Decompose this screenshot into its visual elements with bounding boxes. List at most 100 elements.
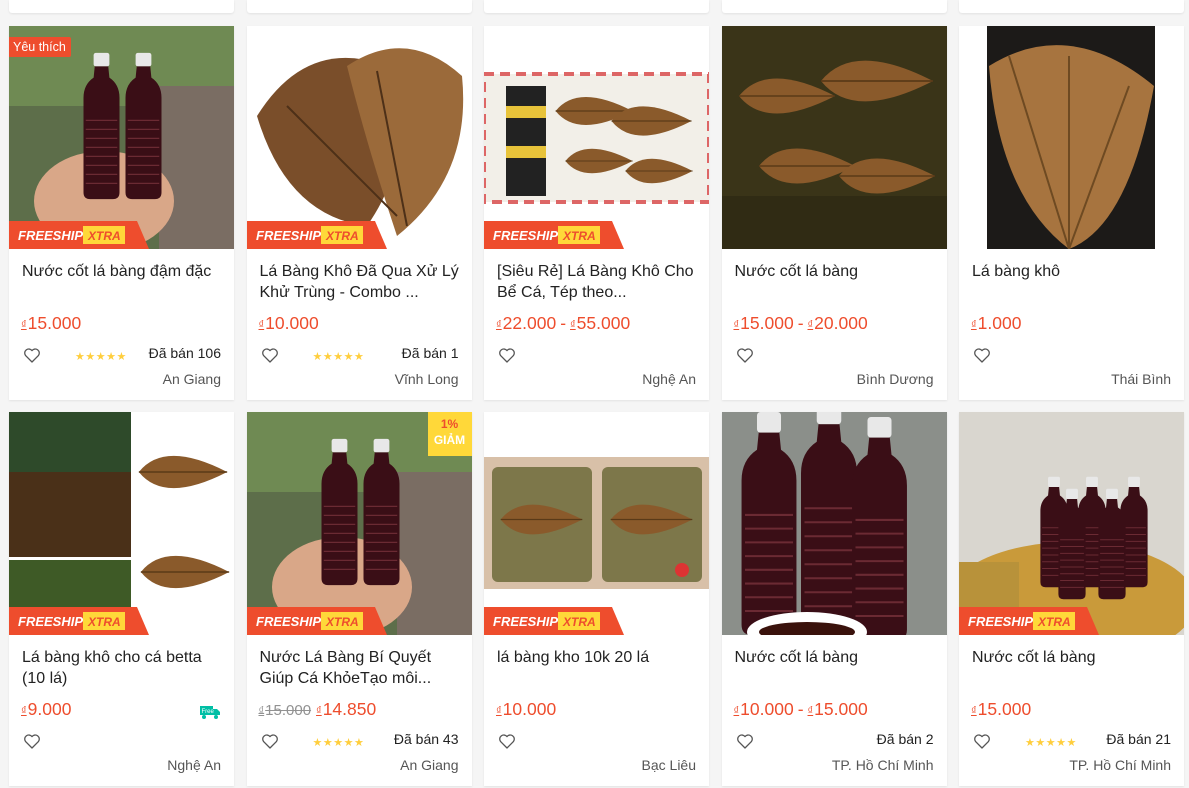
product-name[interactable]: Nước cốt lá bàng đậm đặc xyxy=(22,261,222,303)
product-price: ₫9.000 xyxy=(21,699,72,719)
product-card[interactable]: FREESHIP XTRA Nước cốt lá bàng ₫15.000 ★★… xyxy=(959,412,1184,786)
product-card[interactable]: Lá bàng khô ₫1.000 Thái Bình xyxy=(959,26,1184,400)
product-price: ₫15.000 xyxy=(971,699,1032,719)
product-name[interactable]: Nước cốt lá bàng xyxy=(972,647,1172,689)
favorite-badge: Yêu thích xyxy=(9,37,71,57)
rating-stars: ★★★★★ xyxy=(312,737,365,749)
svg-text:FREESHIP: FREESHIP xyxy=(493,228,558,243)
svg-text:Free: Free xyxy=(202,709,215,715)
svg-text:FREESHIP: FREESHIP xyxy=(256,614,321,629)
heart-icon[interactable] xyxy=(974,348,990,363)
heart-icon[interactable] xyxy=(737,734,753,749)
product-price: ₫10.000 xyxy=(496,699,557,719)
sold-count: Đã bán 43 xyxy=(393,731,459,747)
heart-icon[interactable] xyxy=(499,348,515,363)
product-price: ₫22.000- ₫55.000 xyxy=(496,313,631,333)
shop-location: An Giang xyxy=(400,757,459,773)
product-card[interactable]: FREESHIP XTRA lá bàng kho 10k 20 lá ₫10.0… xyxy=(484,412,709,786)
shop-location: Nghệ An xyxy=(642,371,696,387)
svg-text:XTRA: XTRA xyxy=(325,615,359,629)
product-name[interactable]: Lá bàng khô cho cá betta (10 lá) xyxy=(22,647,222,689)
rating-stars: ★★★★★ xyxy=(75,351,127,363)
heart-icon[interactable] xyxy=(262,734,278,749)
svg-text:FREESHIP: FREESHIP xyxy=(256,228,321,243)
product-card-partial[interactable] xyxy=(959,0,1184,13)
heart-icon[interactable] xyxy=(974,734,990,749)
svg-text:FREESHIP: FREESHIP xyxy=(968,614,1033,629)
heart-icon[interactable] xyxy=(737,348,753,363)
product-image xyxy=(9,26,234,249)
product-card[interactable]: Nước cốt lá bàng ₫10.000- ₫15.000 Đã bán … xyxy=(721,412,947,786)
product-image xyxy=(721,412,947,635)
original-price: ₫15.000 xyxy=(258,702,312,719)
heart-icon[interactable] xyxy=(24,348,40,363)
shop-location: Bình Dương xyxy=(856,371,934,387)
product-card-partial[interactable] xyxy=(484,0,709,13)
product-card[interactable]: FREESHIP XTRA Lá Bàng Khô Đã Qua Xử Lý Kh… xyxy=(246,26,472,400)
product-name[interactable]: [Siêu Rẻ] Lá Bàng Khô Cho Bể Cá, Tép the… xyxy=(497,261,697,303)
product-price: ₫15.000- ₫20.000 xyxy=(733,313,868,333)
sold-count: Đã bán 2 xyxy=(876,731,934,747)
heart-icon[interactable] xyxy=(499,734,515,749)
product-image xyxy=(959,26,1184,249)
shop-location: Thái Bình xyxy=(1111,371,1171,387)
product-image xyxy=(246,26,472,249)
rating-stars: ★★★★★ xyxy=(312,351,365,363)
svg-text:FREESHIP: FREESHIP xyxy=(493,614,558,629)
product-card-partial[interactable] xyxy=(721,0,947,13)
sold-count: Đã bán 21 xyxy=(1106,731,1171,747)
product-price: ₫10.000 xyxy=(258,313,319,333)
shop-location: Nghệ An xyxy=(167,757,221,773)
product-grid: Yêu thích FREESHIP XTRA Nước cốt lá bàng … xyxy=(9,26,1184,786)
product-image xyxy=(959,412,1184,635)
svg-text:XTRA: XTRA xyxy=(87,229,121,243)
product-price: ₫10.000- ₫15.000 xyxy=(733,699,868,719)
product-name[interactable]: Lá bàng khô xyxy=(972,261,1172,303)
product-image xyxy=(721,26,947,249)
product-card[interactable]: FREESHIP XTRA Lá bàng khô cho cá betta (1… xyxy=(9,412,234,786)
product-image xyxy=(484,412,709,635)
product-price: ₫15.000 xyxy=(21,313,82,333)
shop-location: Bạc Liêu xyxy=(641,757,696,773)
freeship-xtra-badge: FREESHIP XTRA xyxy=(9,607,149,635)
freeship-xtra-badge: FREESHIP XTRA xyxy=(9,221,149,249)
freeship-xtra-badge: FREESHIP XTRA xyxy=(484,607,624,635)
product-image xyxy=(9,412,234,635)
svg-text:XTRA: XTRA xyxy=(325,229,359,243)
svg-text:XTRA: XTRA xyxy=(87,615,121,629)
heart-icon[interactable] xyxy=(24,734,40,749)
freeship-xtra-badge: FREESHIP XTRA xyxy=(247,607,387,635)
product-name[interactable]: Nước cốt lá bàng xyxy=(735,261,935,303)
product-price: ₫15.000 ₫14.850 xyxy=(258,699,377,719)
svg-text:XTRA: XTRA xyxy=(1037,615,1071,629)
product-card-partial[interactable] xyxy=(9,0,234,13)
product-name[interactable]: Nước Lá Bàng Bí Quyết Giúp Cá KhỏeTạo mô… xyxy=(260,647,460,689)
freeship-xtra-badge: FREESHIP XTRA xyxy=(484,221,624,249)
shop-location: Vĩnh Long xyxy=(394,371,459,387)
product-image xyxy=(484,26,709,249)
product-card[interactable]: Nước cốt lá bàng ₫15.000- ₫20.000 Bình Dư… xyxy=(721,26,947,400)
freeship-xtra-badge: FREESHIP XTRA xyxy=(247,221,387,249)
product-card[interactable]: Yêu thích FREESHIP XTRA Nước cốt lá bàng … xyxy=(9,26,234,400)
free-shipping-truck-icon: Free xyxy=(199,704,221,725)
svg-text:XTRA: XTRA xyxy=(562,229,596,243)
product-card[interactable]: FREESHIP XTRA [Siêu Rẻ] Lá Bàng Khô Cho B… xyxy=(484,26,709,400)
shop-location: TP. Hồ Chí Minh xyxy=(1069,757,1171,773)
sold-count: Đã bán 106 xyxy=(148,345,221,361)
shop-location: An Giang xyxy=(162,371,221,387)
freeship-xtra-badge: FREESHIP XTRA xyxy=(959,607,1099,635)
heart-icon[interactable] xyxy=(262,348,278,363)
rating-stars: ★★★★★ xyxy=(1025,737,1077,749)
shop-location: TP. Hồ Chí Minh xyxy=(831,757,934,773)
product-card[interactable]: 1% GIẢM FREESHIP XTRA Nước Lá Bàng Bí Quy… xyxy=(246,412,472,786)
sold-count: Đã bán 1 xyxy=(401,345,459,361)
discount-badge: 1% GIẢM xyxy=(427,412,472,456)
svg-text:XTRA: XTRA xyxy=(562,615,596,629)
product-name[interactable]: Nước cốt lá bàng xyxy=(735,647,935,689)
svg-text:FREESHIP: FREESHIP xyxy=(18,228,83,243)
svg-text:FREESHIP: FREESHIP xyxy=(18,614,83,629)
product-name[interactable]: Lá Bàng Khô Đã Qua Xử Lý Khử Trùng - Com… xyxy=(260,261,460,303)
product-name[interactable]: lá bàng kho 10k 20 lá xyxy=(497,647,697,689)
product-price: ₫1.000 xyxy=(971,313,1022,333)
product-card-partial[interactable] xyxy=(246,0,472,13)
